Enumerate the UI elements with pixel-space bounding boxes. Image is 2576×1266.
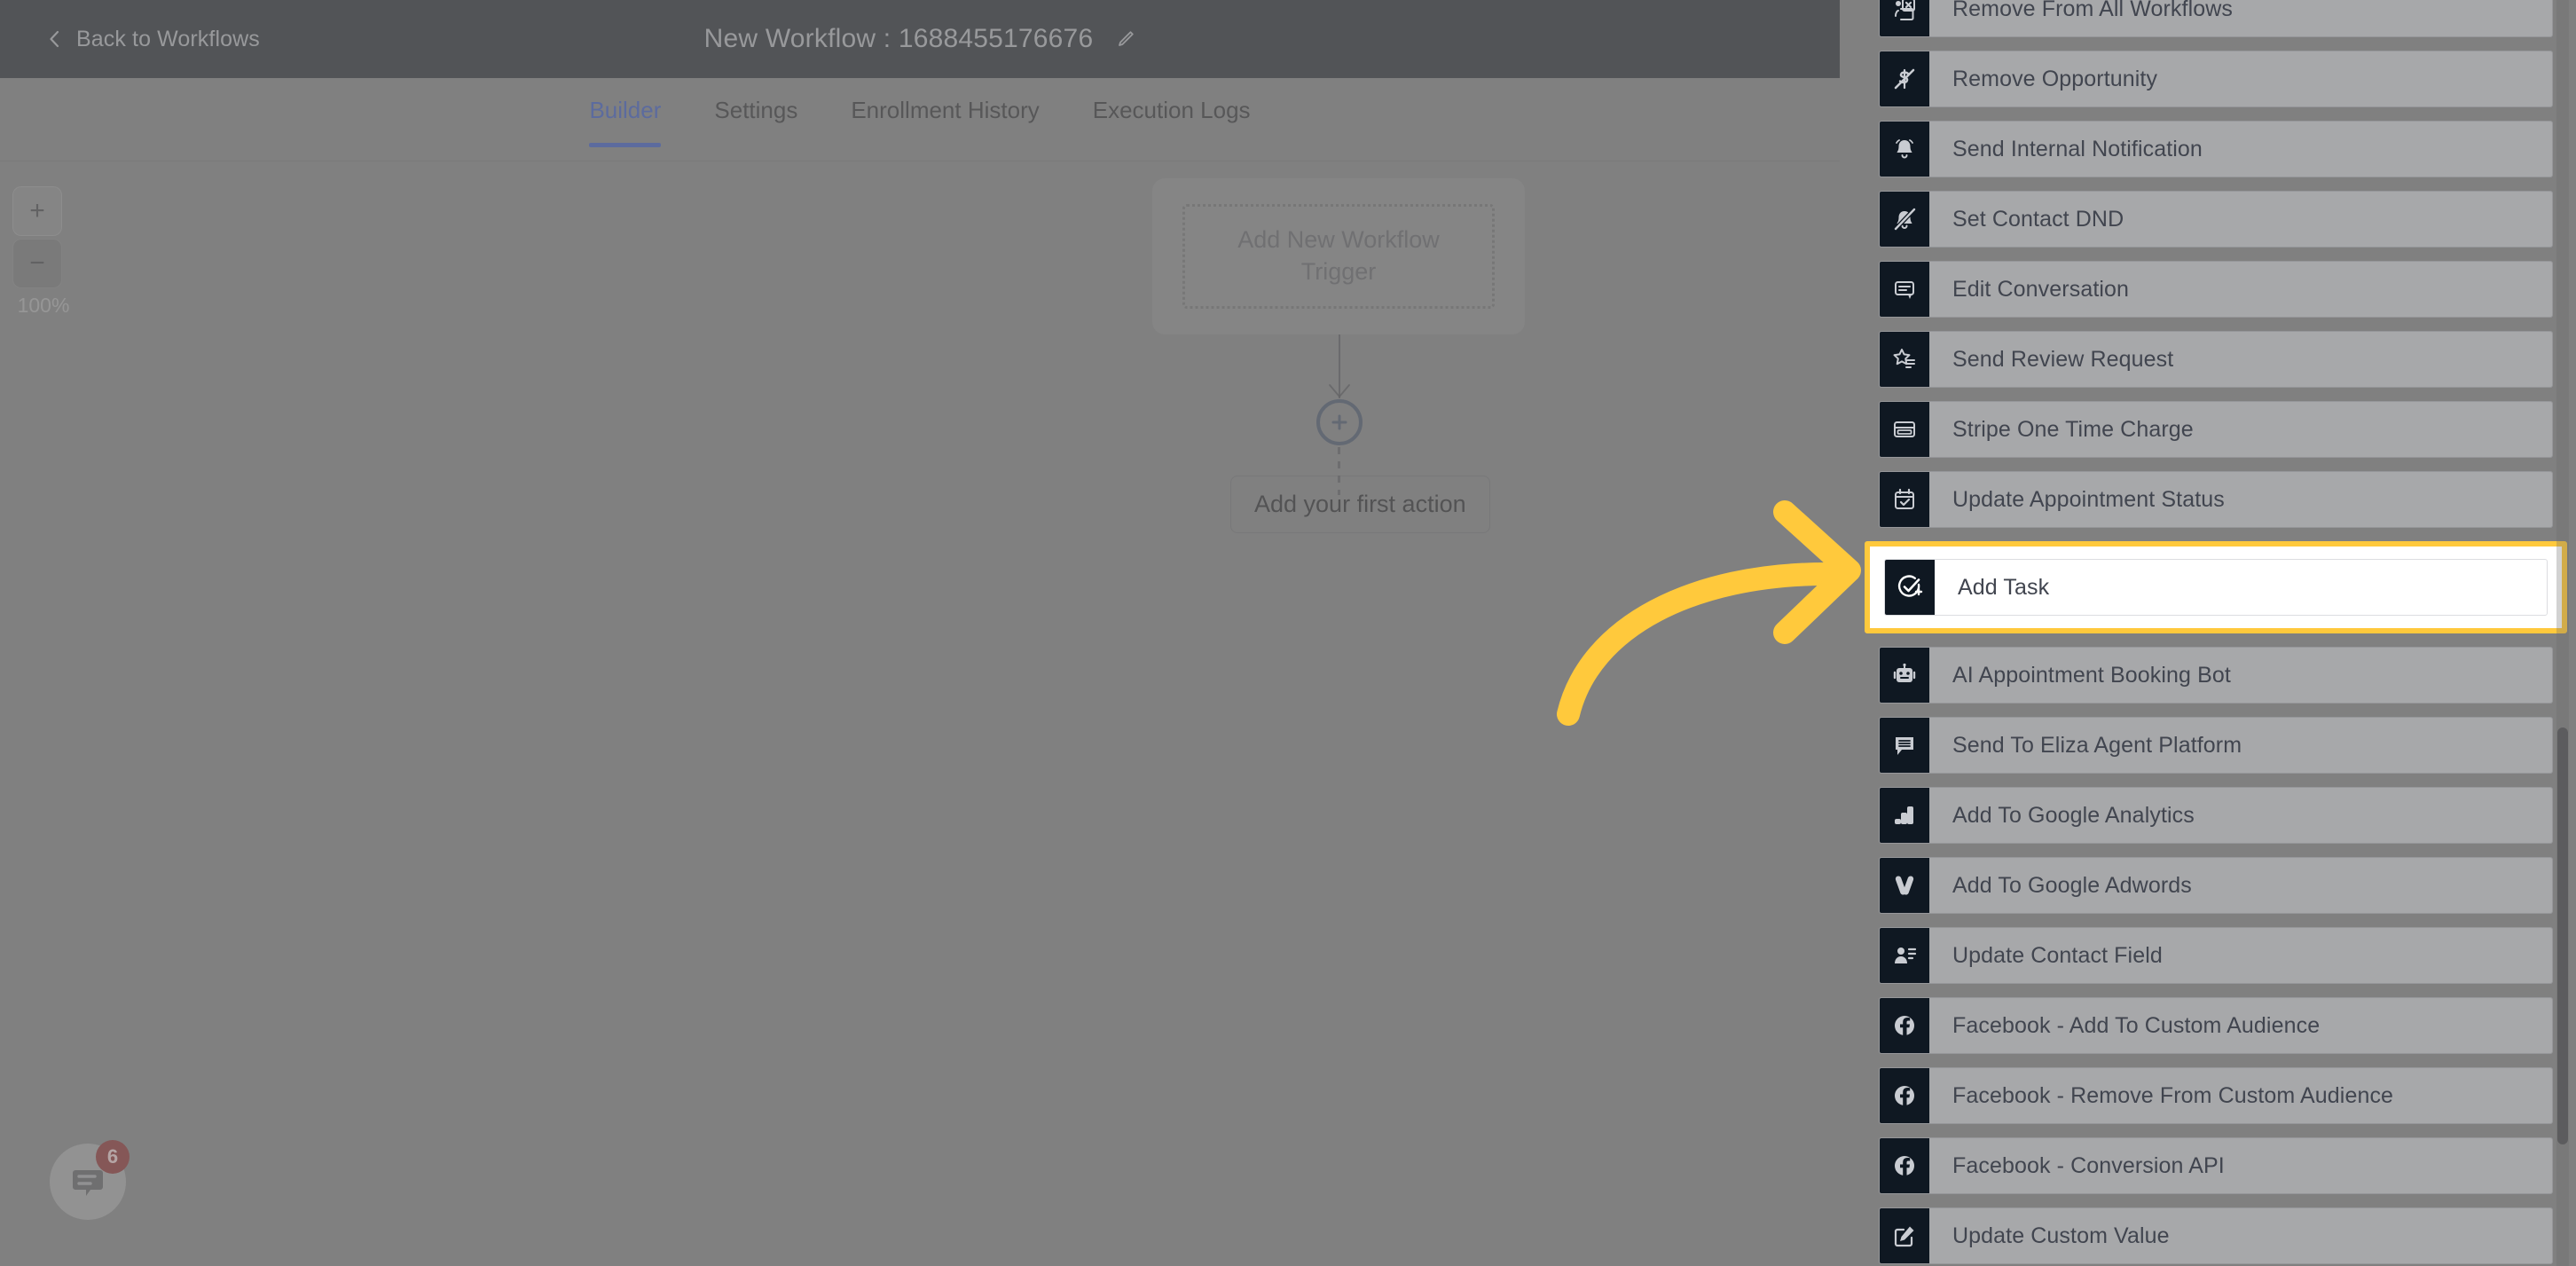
action-item-label: Add To Google Adwords: [1952, 872, 2192, 898]
action-item-label: Send Review Request: [1952, 346, 2174, 372]
action-item-label: Set Contact DND: [1952, 206, 2124, 232]
tab-builder-label: Builder: [589, 97, 662, 123]
action-item-label: Facebook - Remove From Custom Audience: [1952, 1082, 2394, 1108]
google-ads-icon: [1880, 858, 1929, 913]
action-item-label: Add Task: [1958, 574, 2050, 600]
action-item-label: Send Internal Notification: [1952, 136, 2203, 161]
chevron-left-icon: [46, 30, 64, 48]
plus-circle-icon: [1329, 412, 1350, 433]
action-item-send-review-request[interactable]: Send Review Request: [1879, 331, 2553, 388]
zoom-in-button[interactable]: +: [12, 186, 62, 236]
action-item-label: Update Appointment Status: [1952, 486, 2225, 512]
tab-settings-label: Settings: [714, 97, 798, 123]
action-item-label: Facebook - Add To Custom Audience: [1952, 1012, 2321, 1038]
workflow-flow: Add New Workflow Trigger Add your first …: [1152, 161, 1525, 533]
chat-unread-badge: 6: [96, 1140, 130, 1174]
workflow-canvas[interactable]: + − 100% Add New Workflow Trigger Add yo…: [0, 161, 1840, 1266]
conversation-icon: [1880, 262, 1929, 317]
bell-off-icon: [1880, 192, 1929, 247]
action-item-update-contact-field[interactable]: Update Contact Field: [1879, 927, 2553, 984]
action-item-facebook-add-to-custom-audience[interactable]: Facebook - Add To Custom Audience: [1879, 997, 2553, 1054]
action-item-stripe-one-time-charge[interactable]: Stripe One Time Charge: [1879, 401, 2553, 458]
flow-arrow-icon: [1328, 383, 1351, 399]
add-trigger-card[interactable]: Add New Workflow Trigger: [1152, 178, 1525, 334]
workflow-builder-screen: Back to Workflows New Workflow : 1688455…: [0, 0, 2576, 1266]
tab-enrollment-history[interactable]: Enrollment History: [824, 78, 1065, 147]
top-header-bar: Back to Workflows New Workflow : 1688455…: [0, 0, 1840, 78]
bell-icon: [1880, 122, 1929, 177]
add-first-action-button[interactable]: Add your first action: [1230, 476, 1490, 533]
action-item-update-custom-value[interactable]: Update Custom Value: [1879, 1207, 2553, 1264]
actions-sidebar-panel[interactable]: Remove From All Workflows Remove Opportu…: [1840, 0, 2576, 1266]
back-to-workflows-label: Back to Workflows: [76, 26, 260, 51]
action-item-label: Send To Eliza Agent Platform: [1952, 732, 2242, 758]
page-title: New Workflow : 1688455176676: [703, 24, 1094, 53]
tab-execution-logs-label: Execution Logs: [1092, 97, 1251, 123]
main-app-region: Back to Workflows New Workflow : 1688455…: [0, 0, 1840, 1266]
action-item-update-appointment-status[interactable]: Update Appointment Status: [1879, 471, 2553, 528]
action-item-add-to-google-adwords[interactable]: Add To Google Adwords: [1879, 857, 2553, 914]
add-trigger-placeholder: Add New Workflow Trigger: [1182, 204, 1495, 309]
chat-support-widget[interactable]: 6: [50, 1140, 130, 1220]
action-item-facebook-conversion-api[interactable]: Facebook - Conversion API: [1879, 1137, 2553, 1194]
action-item-label: Update Contact Field: [1952, 942, 2163, 968]
workflow-title-group: New Workflow : 1688455176676: [0, 0, 1840, 78]
action-item-facebook-remove-from-custom-audience[interactable]: Facebook - Remove From Custom Audience: [1879, 1067, 2553, 1124]
action-item-set-contact-dnd[interactable]: Set Contact DND: [1879, 191, 2553, 248]
contact-card-icon: [1880, 928, 1929, 983]
sidebar-scrollbar-thumb[interactable]: [2557, 727, 2568, 1144]
pencil-edit-icon[interactable]: [1116, 29, 1135, 49]
zoom-in-label: +: [29, 196, 45, 225]
action-item-send-internal-notification[interactable]: Send Internal Notification: [1879, 121, 2553, 177]
builder-tabs: Builder Settings Enrollment History Exec…: [0, 78, 1840, 161]
tab-execution-logs[interactable]: Execution Logs: [1066, 78, 1277, 147]
action-item-label: Stripe One Time Charge: [1952, 416, 2194, 442]
remove-contact-icon: [1880, 0, 1929, 36]
dollar-slash-icon: [1880, 51, 1929, 106]
action-item-label: Facebook - Conversion API: [1952, 1152, 2225, 1178]
message-lines-icon: [1880, 718, 1929, 773]
action-item-add-to-google-analytics[interactable]: Add To Google Analytics: [1879, 787, 2553, 844]
highlighted-action-outline: Add Task: [1865, 541, 2567, 633]
robot-icon: [1880, 648, 1929, 703]
action-item-label: Edit Conversation: [1952, 276, 2130, 302]
action-item-send-to-eliza-agent-platform[interactable]: Send To Eliza Agent Platform: [1879, 717, 2553, 774]
action-item-label: Remove From All Workflows: [1952, 0, 2233, 21]
actions-list: Remove From All Workflows Remove Opportu…: [1865, 0, 2567, 1266]
zoom-out-label: −: [29, 248, 45, 278]
action-item-edit-conversation[interactable]: Edit Conversation: [1879, 261, 2553, 318]
calendar-check-icon: [1880, 472, 1929, 527]
zoom-level-label: 100%: [17, 294, 70, 317]
facebook-icon: [1880, 1138, 1929, 1193]
zoom-out-button[interactable]: −: [12, 239, 62, 288]
action-item-label: Remove Opportunity: [1952, 66, 2158, 91]
edit-square-icon: [1880, 1208, 1929, 1263]
action-item-label: AI Appointment Booking Bot: [1952, 662, 2231, 688]
canvas-zoom-controls: + − 100%: [12, 186, 75, 318]
action-item-ai-appointment-booking-bot[interactable]: AI Appointment Booking Bot: [1879, 647, 2553, 704]
credit-card-icon: [1880, 402, 1929, 457]
tab-enrollment-history-label: Enrollment History: [851, 97, 1040, 123]
tab-settings[interactable]: Settings: [687, 78, 824, 147]
facebook-icon: [1880, 998, 1929, 1053]
task-check-plus-icon: [1885, 560, 1935, 615]
action-item-remove-opportunity[interactable]: Remove Opportunity: [1879, 51, 2553, 107]
back-to-workflows-button[interactable]: Back to Workflows: [46, 27, 260, 52]
action-item-add-task[interactable]: Add Task: [1884, 559, 2548, 616]
action-item-label: Update Custom Value: [1952, 1223, 2170, 1248]
star-list-icon: [1880, 332, 1929, 387]
action-item-label: Add To Google Analytics: [1952, 802, 2195, 828]
tab-builder[interactable]: Builder: [562, 78, 687, 147]
action-item-remove-from-all-workflows[interactable]: Remove From All Workflows: [1879, 0, 2553, 37]
add-node-button[interactable]: [1316, 399, 1363, 445]
facebook-icon: [1880, 1068, 1929, 1123]
bar-chart-icon: [1880, 788, 1929, 843]
